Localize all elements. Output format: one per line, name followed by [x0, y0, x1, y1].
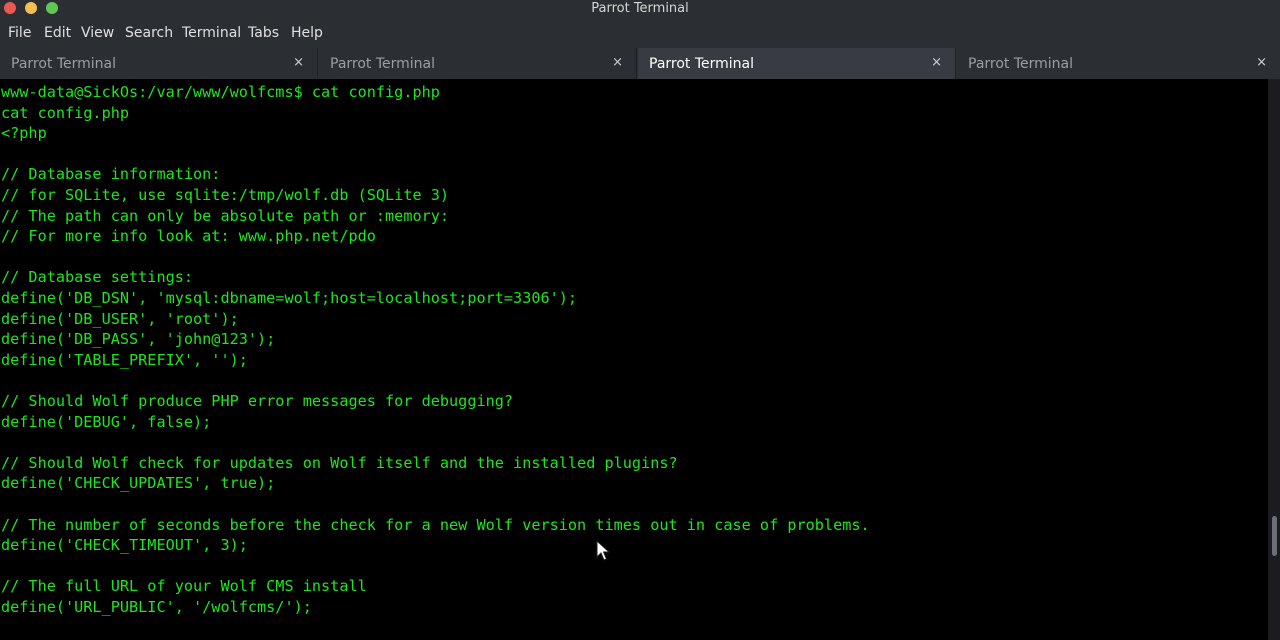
menubar: File Edit View Search Terminal Tabs Help	[0, 18, 1280, 48]
menu-help[interactable]: Help	[291, 25, 323, 41]
menu-file[interactable]: File	[8, 25, 31, 41]
tab-label: Parrot Terminal	[11, 56, 117, 72]
terminal-line: <?php	[1, 124, 47, 143]
terminal-line: // Database settings:	[1, 268, 194, 287]
terminal-line: // Database information:	[1, 165, 221, 184]
terminal-line: // Should Wolf check for updates on Wolf…	[1, 453, 678, 472]
terminal-output[interactable]: www-data@SickOs:/var/www/wolfcms$ cat co…	[0, 79, 1268, 640]
terminal-line: // The number of seconds before the chec…	[1, 515, 870, 534]
terminal-line: // For more info look at: www.php.net/pd…	[1, 227, 376, 246]
menu-tabs[interactable]: Tabs	[248, 25, 279, 41]
tab-close-icon[interactable]: ×	[931, 55, 942, 71]
tab-label: Parrot Terminal	[968, 56, 1074, 72]
terminal-line: cat config.php	[1, 103, 130, 122]
menu-terminal[interactable]: Terminal	[182, 25, 241, 41]
scrollbar-thumb[interactable]	[1272, 516, 1277, 556]
window-title: Parrot Terminal	[591, 1, 689, 16]
tab-4[interactable]: Parrot Terminal ×	[957, 48, 1280, 79]
tab-1[interactable]: Parrot Terminal ×	[0, 48, 318, 79]
menu-search[interactable]: Search	[125, 25, 173, 41]
tab-2[interactable]: Parrot Terminal ×	[319, 48, 637, 79]
terminal-line: // The path can only be absolute path or…	[1, 206, 450, 225]
terminal-line: www-data@SickOs:/var/www/wolfcms$ cat co…	[1, 83, 440, 101]
window-titlebar: Parrot Terminal	[0, 0, 1280, 18]
terminal-line: define('DB_USER', 'root');	[1, 309, 239, 328]
tab-label: Parrot Terminal	[330, 56, 436, 72]
tab-bar: Parrot Terminal × Parrot Terminal × Parr…	[0, 48, 1280, 79]
terminal-line: // for SQLite, use sqlite:/tmp/wolf.db (…	[1, 186, 450, 204]
tab-label: Parrot Terminal	[649, 56, 755, 72]
terminal-line: define('DEBUG', false);	[1, 412, 212, 431]
tab-close-icon[interactable]: ×	[1256, 55, 1267, 71]
terminal-line: define('URL_PUBLIC', '/wolfcms/');	[1, 598, 312, 616]
menu-view[interactable]: View	[81, 25, 114, 41]
tab-3-active[interactable]: Parrot Terminal ×	[638, 48, 956, 79]
mouse-pointer-icon	[596, 540, 610, 561]
terminal-line: define('DB_DSN', 'mysql:dbname=wolf;host…	[1, 289, 578, 307]
tab-close-icon[interactable]: ×	[612, 55, 623, 71]
terminal-scrollbar[interactable]	[1268, 79, 1280, 640]
terminal-line: define('CHECK_UPDATES', true);	[1, 474, 276, 493]
tab-close-icon[interactable]: ×	[293, 55, 304, 71]
terminal-line: // Should Wolf produce PHP error message…	[1, 392, 514, 410]
terminal-line: define('CHECK_TIMEOUT', 3);	[1, 536, 248, 555]
menu-edit[interactable]: Edit	[44, 25, 71, 41]
terminal-line: define('DB_PASS', 'john@123');	[1, 330, 276, 349]
terminal-line: define('TABLE_PREFIX', '');	[1, 350, 248, 369]
terminal-line: // The full URL of your Wolf CMS install	[1, 577, 367, 596]
